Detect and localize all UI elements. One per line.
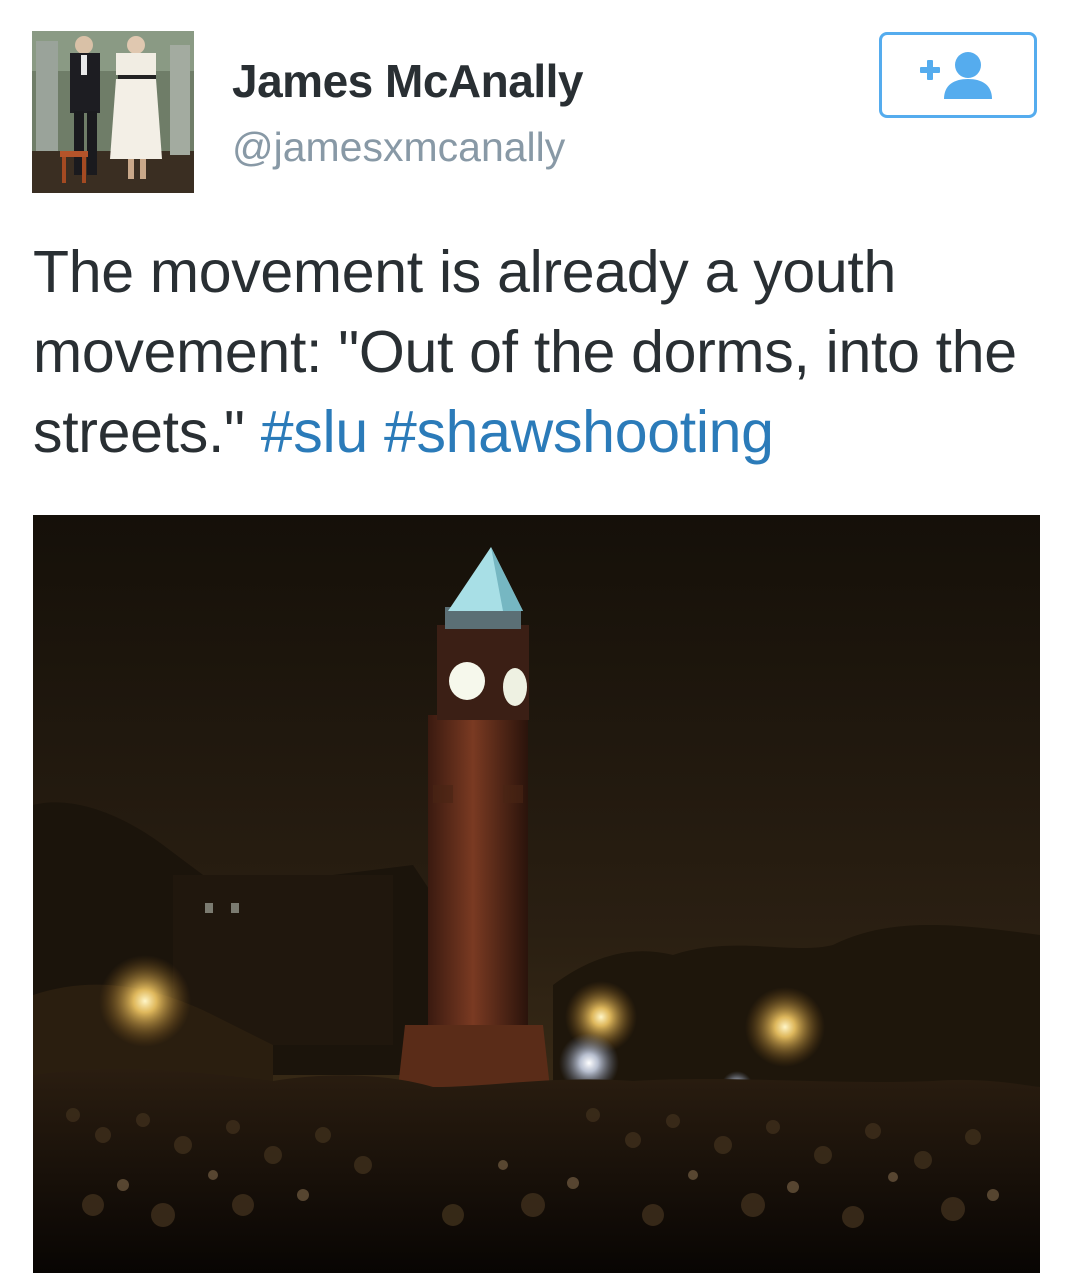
avatar[interactable] <box>32 31 194 193</box>
avatar-image <box>32 31 194 193</box>
tweet-card: James McAnally @jamesxmcanally The movem… <box>0 0 1076 1274</box>
tweet-text: The movement is already a youth movement… <box>33 232 1043 472</box>
tweet-photo[interactable] <box>33 515 1040 1273</box>
hashtag-shawshooting[interactable]: #shawshooting <box>384 399 774 465</box>
add-person-icon <box>920 52 992 99</box>
follow-button[interactable] <box>879 32 1037 118</box>
display-name[interactable]: James McAnally <box>232 54 583 108</box>
user-handle[interactable]: @jamesxmcanally <box>232 124 565 171</box>
clock-tower-crowd-photo <box>33 515 1040 1273</box>
hashtag-slu[interactable]: #slu <box>261 399 368 465</box>
